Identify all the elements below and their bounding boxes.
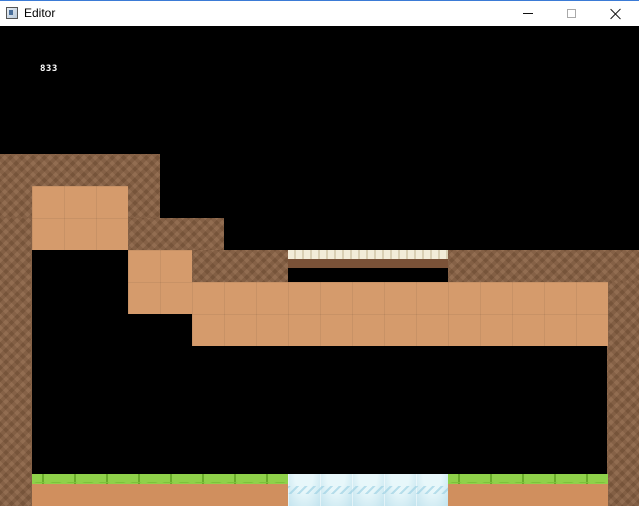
dirt-dark-tile (128, 218, 224, 250)
ice-ground (288, 474, 448, 506)
editor-window: Editor 833 (0, 0, 639, 506)
close-icon (610, 8, 622, 20)
minimize-button[interactable] (505, 1, 551, 26)
grass-ground (448, 474, 608, 506)
level-canvas[interactable]: 833 (0, 26, 639, 506)
grass-edge (32, 482, 288, 487)
close-button[interactable] (593, 1, 639, 26)
bridge-plank (288, 250, 448, 259)
bridge-spikes (288, 259, 448, 266)
dirt-light-tile (128, 250, 192, 282)
title-bar[interactable]: Editor (0, 0, 639, 26)
dirt-dark-tile (607, 282, 639, 506)
dirt-dark-tile (192, 250, 288, 282)
grass-edge (448, 482, 608, 487)
dirt-light-tile (192, 314, 608, 346)
minimize-icon (523, 13, 533, 14)
window-title: Editor (24, 6, 56, 20)
maximize-button[interactable] (548, 1, 594, 26)
hud-counter: 833 (40, 64, 58, 74)
dirt-dark-tile (0, 218, 32, 506)
dirt-dark-tile (448, 250, 639, 282)
grass-ground (32, 474, 288, 506)
bridge-platform (288, 250, 448, 268)
maximize-icon (566, 9, 576, 18)
ice-wave (288, 486, 448, 494)
dirt-light-tile (128, 282, 608, 314)
app-window-icon (6, 7, 18, 19)
dirt-light-tile (32, 186, 128, 250)
